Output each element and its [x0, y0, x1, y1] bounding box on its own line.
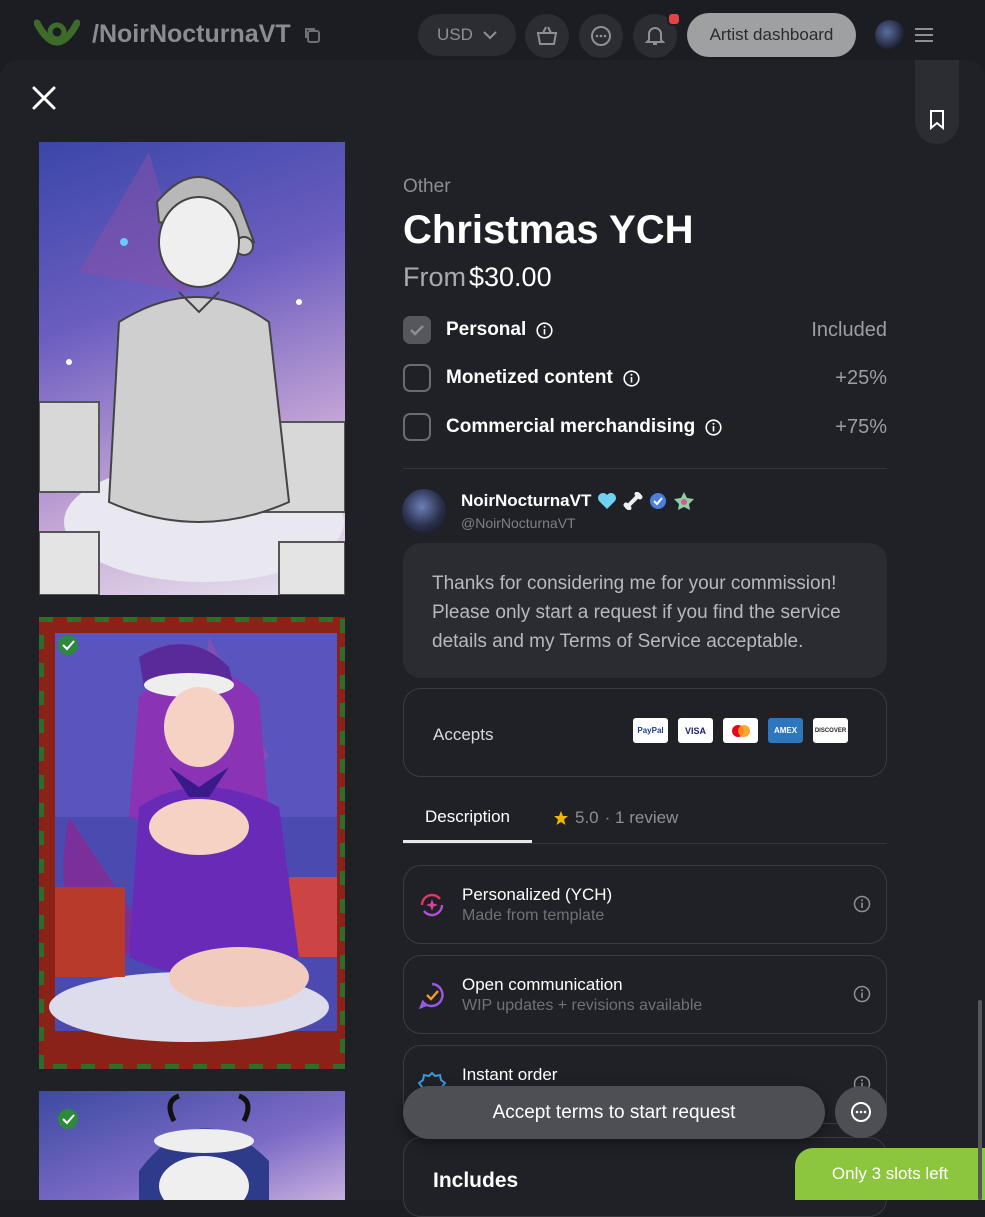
close-icon[interactable]: [30, 84, 58, 112]
mastercard-icon: [723, 718, 758, 743]
accept-terms-button[interactable]: Accept terms to start request: [403, 1086, 825, 1139]
hamburger-menu-icon[interactable]: [915, 28, 933, 42]
chevron-down-icon: [483, 30, 497, 39]
info-icon[interactable]: [853, 985, 871, 1003]
site-logo-icon[interactable]: [34, 17, 80, 53]
ych-sketch-illustration: [39, 152, 345, 595]
amex-icon: AMEX: [768, 718, 803, 743]
slots-left-badge: Only 3 slots left: [795, 1148, 985, 1200]
chat-bubble-icon: [851, 1102, 871, 1122]
feature-subtitle: WIP updates + revisions available: [462, 997, 703, 1014]
price-prefix: From: [403, 262, 466, 292]
discover-icon: DISCOVER: [813, 718, 848, 743]
info-icon[interactable]: [705, 418, 722, 436]
currency-value: USD: [437, 25, 473, 44]
chat-bubble-icon: [591, 26, 611, 46]
option-label: Personal: [446, 319, 527, 340]
artist-message: Thanks for considering me for your commi…: [403, 543, 887, 678]
paypal-label: PayPal: [637, 726, 664, 735]
basket-icon: [536, 26, 558, 45]
artist-handle[interactable]: @NoirNocturnaVT: [461, 515, 576, 531]
amex-label: AMEX: [773, 726, 798, 735]
notification-dot: [667, 12, 681, 26]
bookmark-icon: [930, 110, 944, 130]
option-price: +25%: [835, 366, 887, 389]
option-label: Commercial merchandising: [446, 416, 696, 437]
checkbox-commercial[interactable]: [403, 413, 431, 441]
option-commercial[interactable]: Commercial merchandising +75%: [403, 411, 887, 443]
messages-button[interactable]: [579, 14, 623, 58]
visa-icon: VISA: [678, 718, 713, 743]
info-icon[interactable]: [623, 369, 640, 387]
review-count: · 1 review: [604, 808, 679, 827]
feature-personalized: Personalized (YCH) Made from template: [403, 865, 887, 944]
checkbox-monetized[interactable]: [403, 364, 431, 392]
bell-icon: [645, 27, 665, 45]
gallery-image-colored[interactable]: [39, 617, 345, 1069]
section-divider: [403, 468, 887, 469]
chat-check-icon: [418, 982, 444, 1009]
heart-emoji-icon: [598, 493, 617, 509]
option-label: Monetized content: [446, 367, 613, 388]
user-avatar[interactable]: [875, 20, 905, 50]
gallery-image-sketch[interactable]: [39, 142, 345, 595]
artist-name: NoirNocturnaVT: [461, 491, 592, 510]
option-price: Included: [811, 318, 887, 341]
ych-colored-illustration: [39, 617, 345, 1069]
artist-name-row[interactable]: NoirNocturnaVT: [461, 491, 695, 511]
artist-avatar[interactable]: [402, 489, 446, 533]
accepts-label: Accepts: [433, 725, 494, 744]
option-monetized[interactable]: Monetized content +25%: [403, 362, 887, 394]
price-value: $30.00: [469, 262, 552, 292]
discover-label: DISCOVER: [814, 727, 847, 734]
check-icon: [410, 325, 424, 336]
star-icon: [554, 811, 568, 825]
rating-value: 5.0: [575, 808, 599, 827]
feature-open-communication: Open communication WIP updates + revisio…: [403, 955, 887, 1034]
option-personal[interactable]: Personal Included: [403, 314, 887, 346]
visa-label: VISA: [684, 725, 706, 736]
feature-subtitle: Made from template: [462, 907, 605, 924]
verified-badge-icon: [650, 493, 667, 509]
paypal-icon: PayPal: [633, 718, 668, 743]
feature-title: Personalized (YCH): [462, 885, 613, 904]
bone-emoji-icon: [623, 492, 643, 510]
bookmark-button[interactable]: [915, 60, 959, 144]
service-title: Christmas YCH: [403, 208, 694, 252]
star-badge-icon: [674, 492, 695, 510]
gallery-image-3[interactable]: [39, 1091, 345, 1200]
info-icon[interactable]: [536, 321, 553, 339]
tabs-underline: [403, 843, 887, 844]
feature-title: Instant order: [462, 1065, 558, 1084]
ych-illustration-3: [58, 1093, 269, 1200]
payment-methods-box: Accepts PayPal VISA AMEX DISCOVER: [403, 688, 887, 777]
chat-button[interactable]: [835, 1086, 887, 1138]
artist-dashboard-button[interactable]: Artist dashboard: [687, 13, 856, 57]
mastercard-circles: [731, 724, 750, 737]
payment-cards: PayPal VISA AMEX DISCOVER: [633, 718, 848, 743]
currency-select[interactable]: USD: [418, 14, 516, 56]
scrollbar[interactable]: [978, 1000, 982, 1200]
tab-description[interactable]: Description: [403, 807, 532, 843]
checkbox-personal[interactable]: [403, 316, 431, 344]
storefront-handle[interactable]: /NoirNocturnaVT: [92, 20, 291, 49]
includes-heading: Includes: [433, 1169, 519, 1192]
cart-button[interactable]: [525, 14, 569, 58]
copy-icon[interactable]: [303, 26, 321, 44]
info-icon[interactable]: [853, 895, 871, 913]
option-price: +75%: [835, 415, 887, 438]
feature-title: Open communication: [462, 975, 623, 994]
tab-reviews[interactable]: 5.0 · 1 review: [553, 808, 678, 828]
sparkle-refresh-icon: [420, 893, 444, 917]
service-category: Other: [403, 176, 451, 197]
